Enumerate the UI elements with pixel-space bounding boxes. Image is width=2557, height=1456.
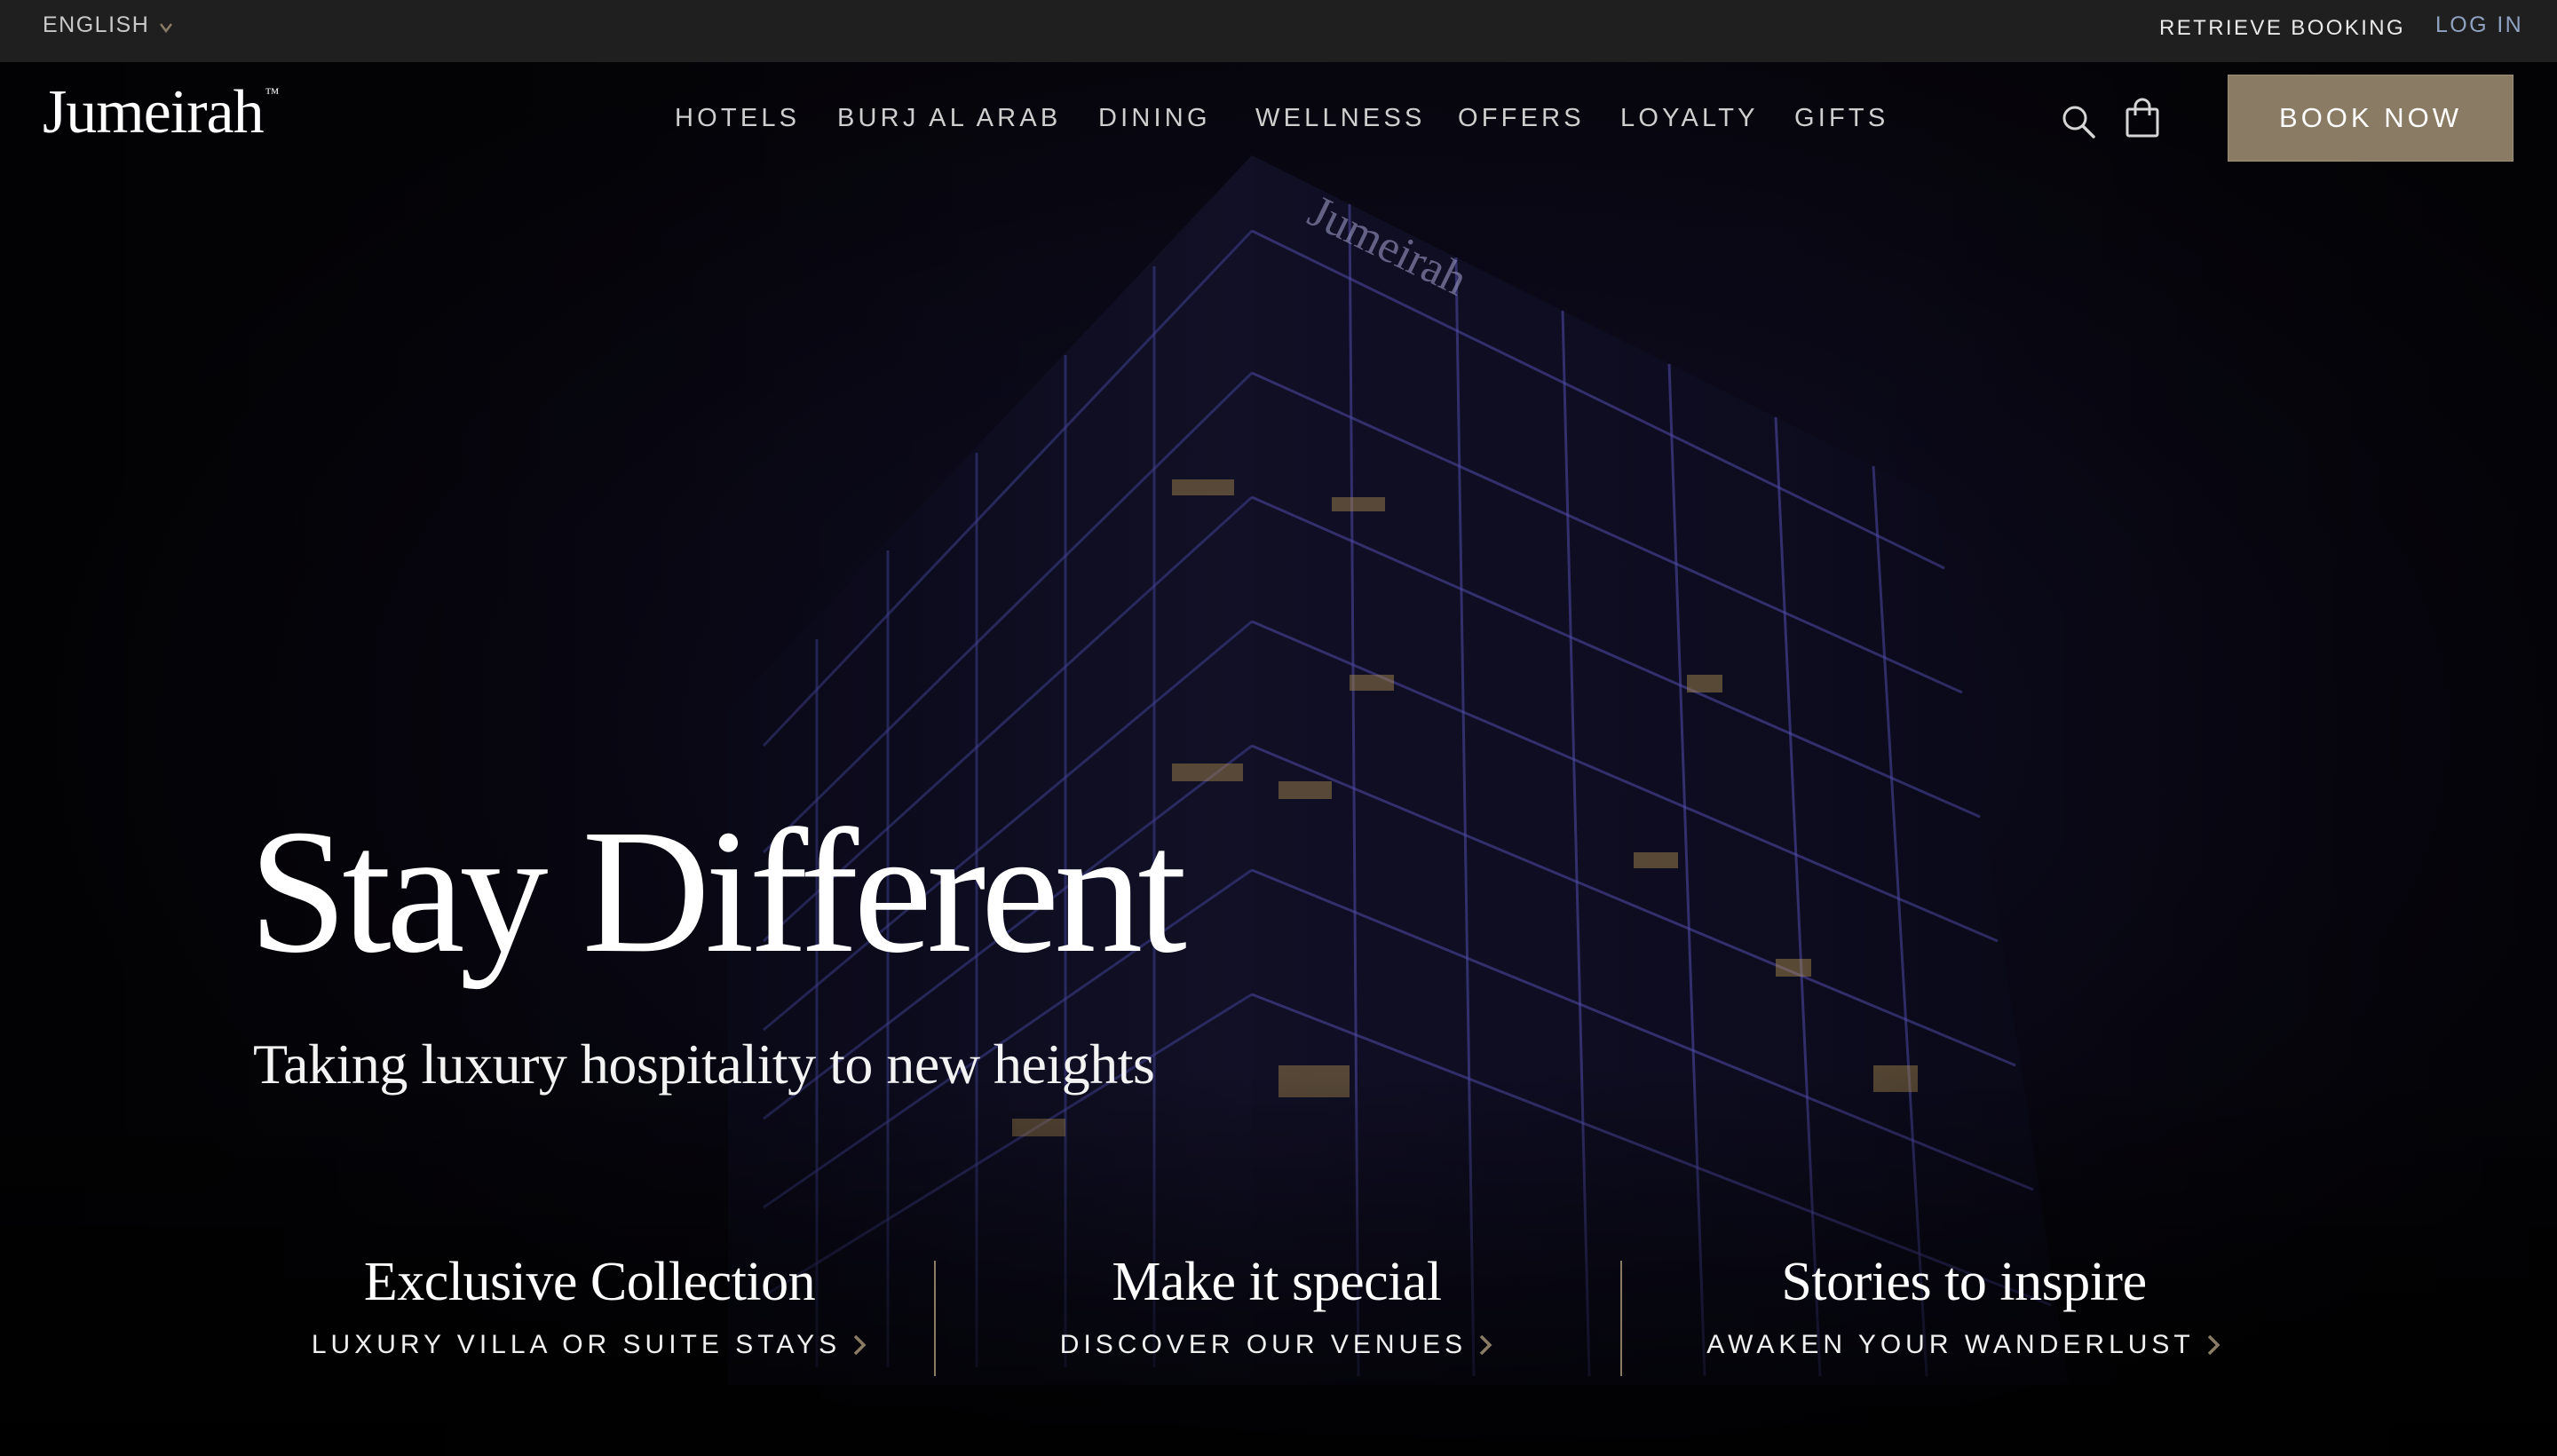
feature-links: Exclusive Collection LUXURY VILLA OR SUI…: [0, 1252, 2557, 1385]
jumeirah-logo[interactable]: Jumeirah ™: [43, 82, 280, 144]
feature-link[interactable]: DISCOVER OUR VENUES: [1060, 1330, 1493, 1360]
logo-trademark: ™: [265, 86, 280, 101]
nav-item-hotels[interactable]: HOTELS: [675, 104, 800, 133]
feature-link[interactable]: AWAKEN YOUR WANDERLUST: [1706, 1330, 2221, 1360]
feature-divider: [1620, 1261, 1622, 1376]
logo-text: Jumeirah: [43, 78, 265, 146]
feature-title: Stories to inspire: [1781, 1252, 2147, 1312]
chevron-right-icon: [1479, 1334, 1492, 1356]
feature-title: Exclusive Collection: [363, 1252, 816, 1312]
hero-subtitle: Taking luxury hospitality to new heights: [253, 1033, 1155, 1096]
feature-link-label: AWAKEN YOUR WANDERLUST: [1706, 1330, 2195, 1360]
homepage: Jumeirah ENGLISH RETRIEVE BOOKING LOG IN…: [0, 0, 2557, 1456]
nav-item-offers[interactable]: OFFERS: [1458, 104, 1585, 133]
nav-item-loyalty[interactable]: LOYALTY: [1620, 104, 1759, 133]
utility-bar: ENGLISH RETRIEVE BOOKING LOG IN: [0, 0, 2557, 62]
feature-make-it-special[interactable]: Make it special DISCOVER OUR VENUES: [934, 1252, 1619, 1360]
feature-divider: [934, 1261, 936, 1376]
nav-item-wellness[interactable]: WELLNESS: [1255, 104, 1426, 133]
language-label: ENGLISH: [43, 12, 150, 37]
feature-link-label: DISCOVER OUR VENUES: [1059, 1330, 1468, 1360]
nav-item-dining[interactable]: DINING: [1098, 104, 1211, 133]
chevron-down-icon: [160, 22, 173, 33]
feature-exclusive-collection[interactable]: Exclusive Collection LUXURY VILLA OR SUI…: [247, 1252, 932, 1360]
language-selector[interactable]: ENGLISH: [43, 12, 174, 38]
chevron-right-icon: [2207, 1334, 2221, 1356]
retrieve-booking-link[interactable]: RETRIEVE BOOKING: [2159, 16, 2405, 41]
nav-item-burj-al-arab[interactable]: BURJ AL ARAB: [837, 104, 1061, 133]
search-icon[interactable]: [2060, 103, 2097, 140]
login-link[interactable]: LOG IN: [2435, 12, 2523, 38]
feature-link-label: LUXURY VILLA OR SUITE STAYS: [311, 1330, 842, 1360]
chevron-right-icon: [853, 1334, 867, 1356]
feature-title: Make it special: [1112, 1252, 1442, 1312]
hero-title: Stay Different: [249, 794, 1187, 990]
shopping-bag-icon[interactable]: [2124, 98, 2161, 138]
nav-item-gifts[interactable]: GIFTS: [1794, 104, 1888, 133]
feature-link[interactable]: LUXURY VILLA OR SUITE STAYS: [312, 1330, 867, 1360]
book-now-button[interactable]: BOOK NOW: [2228, 75, 2513, 162]
main-header: Jumeirah ™ HOTELS BURJ AL ARAB DINING WEL…: [0, 62, 2557, 176]
feature-stories-to-inspire[interactable]: Stories to inspire AWAKEN YOUR WANDERLUS…: [1621, 1252, 2307, 1360]
